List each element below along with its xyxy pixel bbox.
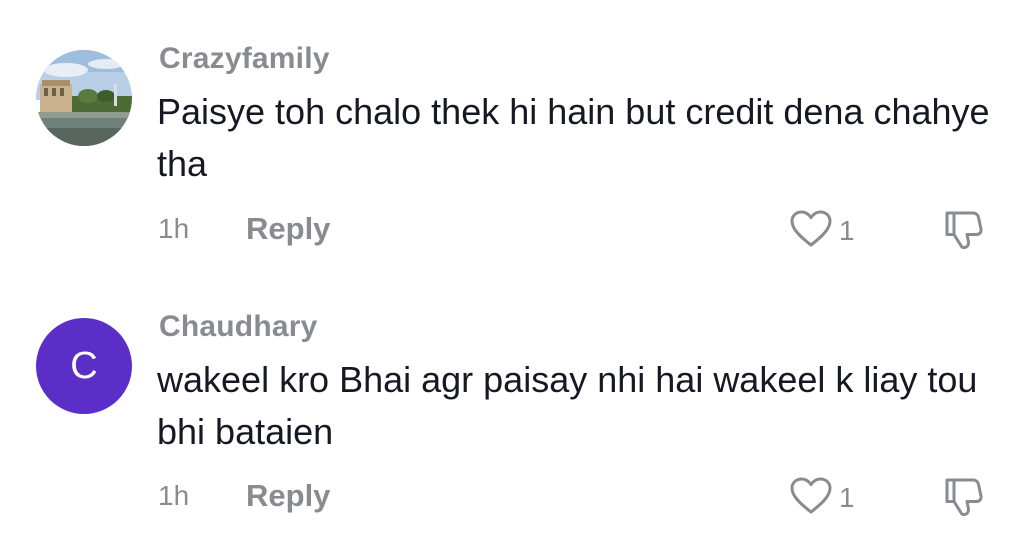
username[interactable]: Crazyfamily — [159, 42, 330, 76]
comment-item: Crazyfamily Paisye toh chalo thek hi hai… — [0, 0, 1024, 270]
comment-actions: 1h Reply 1 — [0, 472, 1024, 522]
comment-actions: 1h Reply 1 — [0, 205, 1024, 255]
thumbs-down-icon — [945, 211, 983, 250]
reply-button[interactable]: Reply — [246, 211, 330, 247]
avatar-initial: C — [70, 345, 98, 387]
like-count: 1 — [839, 215, 855, 246]
username[interactable]: Chaudhary — [159, 310, 318, 344]
avatar[interactable]: C — [36, 318, 132, 414]
dislike-button[interactable] — [941, 474, 987, 522]
heart-icon — [790, 477, 832, 514]
timestamp: 1h — [158, 213, 190, 244]
like-button[interactable]: 1 — [787, 472, 867, 522]
comment-text: Paisye toh chalo thek hi hain but credit… — [157, 91, 990, 184]
avatar-photo — [36, 50, 132, 146]
avatar[interactable] — [36, 50, 132, 146]
comment-text: wakeel kro Bhai agr paisay nhi hai wakee… — [157, 359, 978, 452]
timestamp: 1h — [158, 480, 190, 511]
comment-item: C Chaudhary wakeel kro Bhai agr paisay n… — [0, 270, 1024, 539]
reply-button[interactable]: Reply — [246, 478, 330, 514]
dislike-button[interactable] — [941, 207, 987, 255]
heart-icon — [790, 210, 832, 247]
thumbs-down-icon — [945, 478, 983, 517]
like-count: 1 — [839, 482, 855, 513]
like-button[interactable]: 1 — [787, 205, 867, 255]
